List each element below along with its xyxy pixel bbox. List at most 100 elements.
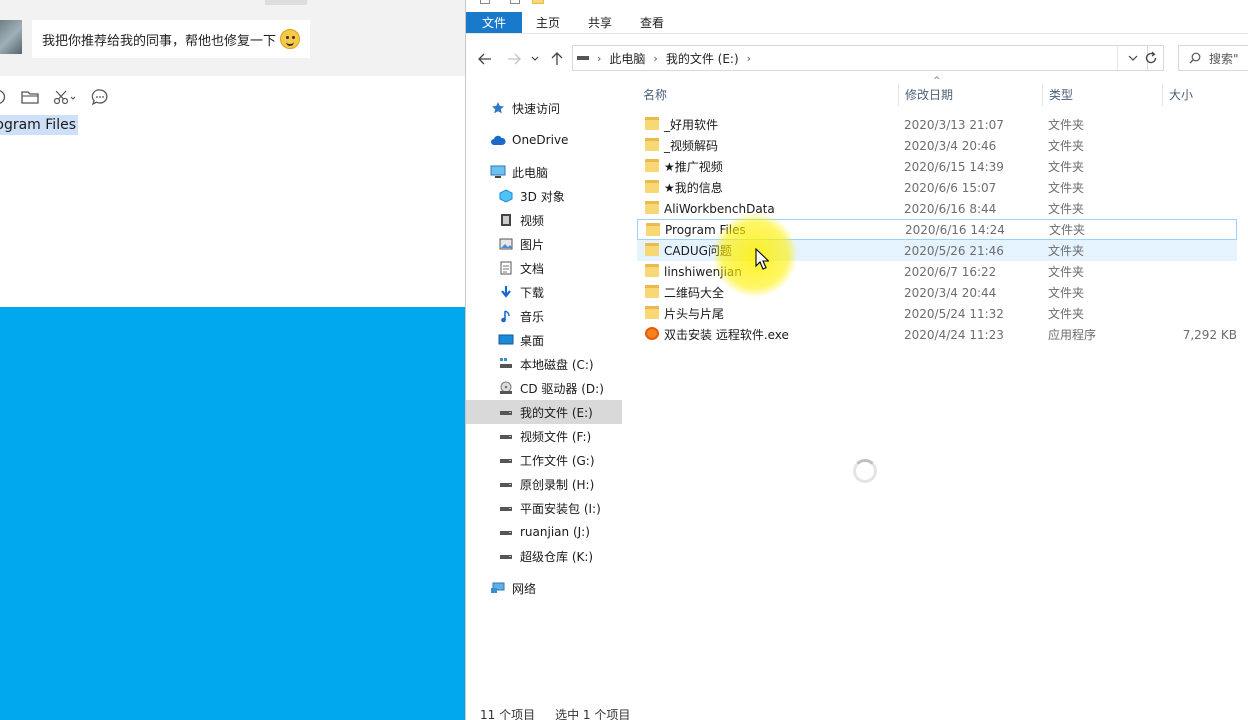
breadcrumb-separator-icon[interactable]: ›: [597, 52, 601, 65]
properties-icon[interactable]: [510, 0, 520, 4]
nav-item[interactable]: 视频: [466, 208, 622, 232]
breadcrumb-separator-icon[interactable]: ›: [747, 52, 751, 65]
nav-item[interactable]: 我的文件 (E:): [466, 400, 622, 424]
breadcrumb-separator-icon[interactable]: ›: [653, 52, 657, 65]
address-bar[interactable]: › 此电脑 › 我的文件 (E:) ›: [572, 45, 1148, 71]
file-name: AliWorkbenchData: [664, 201, 775, 216]
file-date: 2020/5/24 11:32: [904, 306, 1004, 321]
nav-quick-access[interactable]: 快速访问: [466, 96, 622, 120]
nav-item[interactable]: 超级仓库 (K:): [466, 544, 622, 568]
recent-locations-chevron-icon[interactable]: [529, 50, 541, 68]
file-row[interactable]: ★我的信息 2020/6/6 15:07 文件夹: [637, 177, 1237, 198]
up-arrow-icon[interactable]: [548, 50, 566, 68]
forward-arrow-icon[interactable]: [505, 50, 523, 68]
chat-input-field[interactable]: Program Files: [0, 115, 78, 135]
scissors-icon[interactable]: [52, 87, 78, 107]
ribbon-tabs: 文件 主页 共享 查看: [466, 12, 1248, 34]
nav-item[interactable]: ruanjian (J:): [466, 520, 622, 544]
nav-item[interactable]: CD 驱动器 (D:): [466, 376, 622, 400]
file-date: 2020/6/6 15:07: [904, 180, 997, 195]
file-type: 文件夹: [1048, 286, 1085, 300]
nav-item[interactable]: 3D 对象: [466, 184, 622, 208]
nav-item[interactable]: 桌面: [466, 328, 622, 352]
smile-emoji-icon: [280, 29, 301, 49]
refresh-icon[interactable]: [1138, 45, 1164, 71]
chat-message-bubble: 我把你推荐给我的同事，帮他也修复一下: [32, 20, 311, 58]
drive-icon: [498, 524, 514, 540]
nav-this-pc[interactable]: 此电脑: [466, 160, 622, 184]
tab-view[interactable]: 查看: [626, 12, 678, 33]
nav-item-label: 下载: [520, 285, 545, 300]
nav-item[interactable]: 工作文件 (G:): [466, 448, 622, 472]
back-arrow-icon[interactable]: [476, 50, 494, 68]
file-date: 2020/6/15 14:39: [904, 159, 1004, 174]
chat-scroll-tab: [265, 0, 307, 5]
file-name: 双击安装 远程软件.exe: [664, 328, 789, 342]
avatar[interactable]: [0, 20, 22, 54]
status-bar: 11 个项目 选中 1 个项目: [480, 706, 630, 720]
file-row[interactable]: linshiwenjian 2020/6/7 16:22 文件夹: [637, 261, 1237, 282]
documents-icon: [498, 260, 514, 276]
chat-message-text: 我把你推荐给我的同事，帮他也修复一下: [42, 33, 277, 49]
search-input[interactable]: 搜索": [1178, 45, 1248, 71]
breadcrumb-this-pc[interactable]: 此电脑: [609, 50, 645, 67]
file-type: 文件夹: [1048, 265, 1085, 279]
drive-icon: [498, 428, 514, 444]
file-type: 文件夹: [1049, 223, 1086, 237]
nav-item[interactable]: 音乐: [466, 304, 622, 328]
file-date: 2020/3/13 21:07: [904, 117, 1004, 132]
file-name: ★我的信息: [664, 181, 723, 195]
drive-icon: [577, 56, 589, 60]
file-row[interactable]: 片头与片尾 2020/5/24 11:32 文件夹: [637, 303, 1237, 324]
folder-icon[interactable]: [20, 87, 40, 107]
file-row[interactable]: CADUG问题 2020/5/26 21:46 文件夹: [637, 240, 1237, 261]
column-type[interactable]: 类型: [1043, 84, 1163, 106]
tab-file[interactable]: 文件: [466, 12, 522, 33]
folder-icon[interactable]: [532, 0, 544, 4]
nav-item[interactable]: 平面安装包 (I:): [466, 496, 622, 520]
folder-icon: [646, 223, 660, 236]
folder-icon: [645, 180, 659, 193]
nav-item[interactable]: 文档: [466, 256, 622, 280]
nav-item[interactable]: 视频文件 (F:): [466, 424, 622, 448]
column-date[interactable]: 修改日期: [899, 84, 1043, 106]
file-row[interactable]: _好用软件 2020/3/13 21:07 文件夹: [637, 114, 1237, 135]
file-date: 2020/3/4 20:46: [904, 138, 997, 153]
nav-item-label: 文档: [520, 261, 545, 276]
file-row[interactable]: 二维码大全 2020/3/4 20:44 文件夹: [637, 282, 1237, 303]
exe-icon: [645, 327, 659, 340]
nav-onedrive[interactable]: OneDrive: [466, 128, 622, 152]
chat-window: 我把你推荐给我的同事，帮他也修复一下 Program Files: [0, 0, 465, 307]
file-row[interactable]: Program Files 2020/6/16 14:24 文件夹: [637, 219, 1237, 240]
nav-network[interactable]: 网络: [466, 576, 622, 600]
3d-objects-icon: [498, 188, 514, 204]
folder-icon: [645, 159, 659, 172]
nav-item-label: CD 驱动器 (D:): [520, 381, 604, 396]
computer-icon: [490, 164, 506, 180]
file-name: ★推广视频: [664, 160, 723, 174]
file-row[interactable]: ★推广视频 2020/6/15 14:39 文件夹: [637, 156, 1237, 177]
file-row[interactable]: AliWorkbenchData 2020/6/16 8:44 文件夹: [637, 198, 1237, 219]
file-date: 2020/6/16 8:44: [904, 201, 997, 216]
chat-bubble-icon[interactable]: [90, 87, 110, 107]
breadcrumb-drive-e[interactable]: 我的文件 (E:): [666, 50, 739, 67]
nav-item[interactable]: 原创录制 (H:): [466, 472, 622, 496]
file-type: 文件夹: [1048, 118, 1085, 132]
nav-item[interactable]: 本地磁盘 (C:): [466, 352, 622, 376]
column-name[interactable]: 名称: [637, 84, 899, 106]
nav-item-label: 原创录制 (H:): [520, 477, 595, 492]
folder-icon: [645, 243, 659, 256]
emoji-icon[interactable]: [0, 87, 8, 107]
drive-icon: [498, 476, 514, 492]
nav-label: 快速访问: [512, 101, 561, 116]
nav-label: 此电脑: [512, 165, 549, 180]
tab-share[interactable]: 共享: [574, 12, 626, 33]
file-row[interactable]: 双击安装 远程软件.exe 2020/4/24 11:23 应用程序 7,292 KB: [637, 324, 1237, 345]
tab-home[interactable]: 主页: [522, 12, 574, 33]
cloud-icon: [490, 132, 506, 148]
column-size[interactable]: 大小: [1163, 84, 1248, 106]
chat-toolbar: [0, 86, 110, 108]
nav-item[interactable]: 图片: [466, 232, 622, 256]
nav-item[interactable]: 下载: [466, 280, 622, 304]
file-row[interactable]: _视频解码 2020/3/4 20:46 文件夹: [637, 135, 1237, 156]
